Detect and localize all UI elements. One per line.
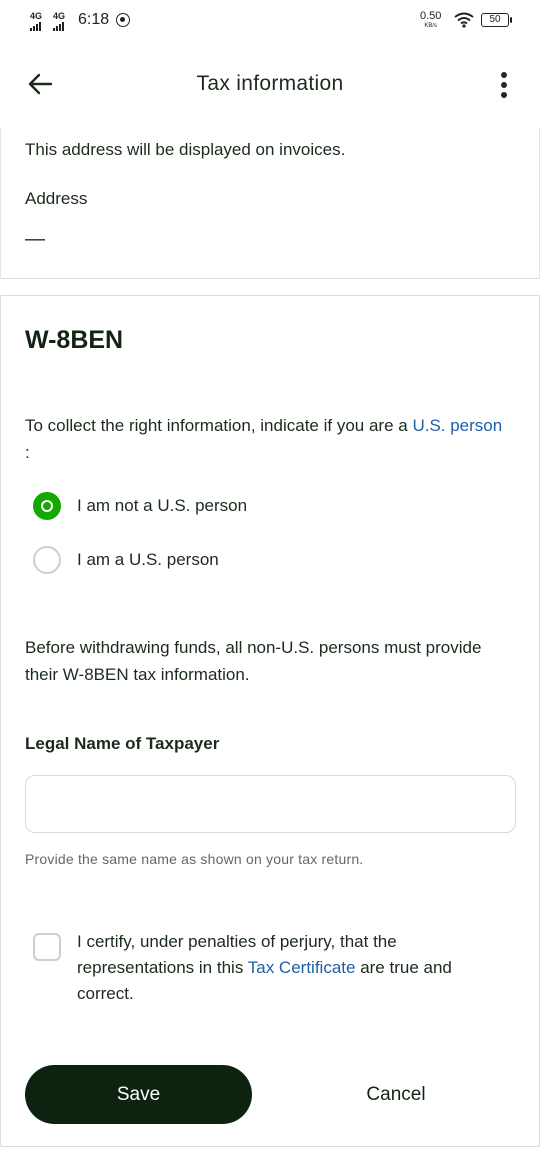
status-time: 6:18	[78, 11, 110, 28]
wifi-icon	[454, 12, 474, 28]
certify-text: I certify, under penalties of perjury, t…	[77, 929, 503, 1007]
status-bar: 4G 4G 6:18 0.50 KB/s 50	[0, 0, 540, 40]
address-value: —	[25, 228, 45, 250]
radio-label: I am a U.S. person	[77, 550, 219, 569]
network-type-2: 4G	[53, 11, 66, 21]
address-card: This address will be displayed on invoic…	[0, 128, 540, 279]
w8ben-title: W-8BEN	[25, 326, 124, 354]
network-type-1: 4G	[30, 11, 43, 21]
battery-icon: 50	[481, 13, 512, 27]
tax-certificate-link[interactable]: Tax Certificate	[248, 958, 356, 977]
certify-checkbox[interactable]	[33, 933, 61, 961]
whatsapp-icon	[116, 13, 130, 27]
net-speed-value: 0.50	[420, 10, 442, 22]
radio-checked-icon[interactable]	[33, 492, 61, 520]
us-person-question: To collect the right information, indica…	[25, 412, 505, 466]
us-person-link[interactable]: U.S. person	[412, 416, 502, 435]
signal-icon-2: 4G	[53, 12, 65, 31]
net-speed-unit: KB/s	[424, 23, 438, 29]
net-speed: 0.50 KB/s	[420, 10, 441, 30]
intro-suffix: :	[25, 443, 30, 462]
legal-name-hint: Provide the same name as shown on your t…	[25, 851, 364, 867]
legal-name-label: Legal Name of Taxpayer	[25, 734, 220, 753]
radio-label: I am not a U.S. person	[77, 496, 248, 515]
more-vertical-icon	[501, 72, 507, 78]
page-title: Tax information	[196, 72, 344, 95]
legal-name-input[interactable]	[25, 775, 516, 833]
radio-not-us-person[interactable]: I am not a U.S. person	[33, 492, 247, 520]
intro-text: To collect the right information, indica…	[25, 416, 408, 435]
battery-level: 50	[489, 14, 501, 25]
more-options-button[interactable]	[492, 68, 516, 102]
app-bar: Tax information	[0, 40, 540, 128]
withdraw-notice: Before withdrawing funds, all non-U.S. p…	[25, 638, 482, 684]
radio-unchecked-icon[interactable]	[33, 546, 61, 574]
cancel-button[interactable]: Cancel	[331, 1065, 461, 1124]
address-label: Address	[25, 189, 88, 208]
address-description: This address will be displayed on invoic…	[25, 140, 346, 159]
save-button[interactable]: Save	[25, 1065, 252, 1124]
certify-checkbox-row[interactable]: I certify, under penalties of perjury, t…	[33, 929, 503, 1007]
radio-us-person[interactable]: I am a U.S. person	[33, 546, 219, 574]
w8ben-card: W-8BEN To collect the right information,…	[0, 295, 540, 1147]
signal-icon: 4G	[30, 12, 42, 31]
